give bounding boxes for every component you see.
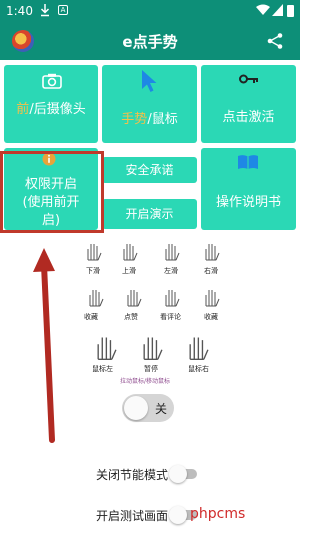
wifi-icon bbox=[256, 4, 270, 15]
camera-label: 前/后摄像头 bbox=[8, 101, 94, 119]
gesture-mouse-accent: 手势 bbox=[121, 112, 148, 127]
hand-icon bbox=[165, 244, 180, 261]
power-save-toggle-knob[interactable] bbox=[169, 465, 187, 483]
gesture-left-marker-label: 鼠标左 bbox=[92, 365, 113, 373]
gesture-pause-label: 暂停 bbox=[144, 365, 158, 373]
share-icon[interactable] bbox=[266, 32, 284, 50]
camera-switch-button[interactable]: 前/后摄像头 bbox=[4, 65, 98, 143]
main-toggle-label: 关 bbox=[155, 402, 168, 416]
hand-icon bbox=[97, 337, 117, 360]
key-icon bbox=[239, 74, 258, 84]
battery-icon bbox=[287, 5, 294, 17]
highlight-box bbox=[0, 151, 104, 233]
gesture-mouse-label: 手势/鼠标 bbox=[102, 111, 197, 129]
main-toggle[interactable]: 关 bbox=[122, 394, 174, 422]
hand-icon bbox=[127, 290, 142, 307]
book-icon bbox=[238, 155, 258, 169]
camera-icon bbox=[42, 73, 62, 89]
hand-icon bbox=[89, 290, 104, 307]
status-bar: 1:40 A bbox=[0, 0, 300, 22]
watermark-text: phpcms bbox=[190, 506, 246, 522]
gesture-right-label: 右滑 bbox=[204, 267, 218, 275]
gesture-caption: 拉动鼠标/移动鼠标 bbox=[120, 378, 171, 385]
signal-icon bbox=[272, 4, 283, 16]
safety-label: 安全承诺 bbox=[125, 163, 174, 177]
demo-button[interactable]: 开启演示 bbox=[102, 199, 197, 229]
app-bar: e点手势 bbox=[0, 22, 300, 60]
status-time: 1:40 bbox=[6, 4, 33, 18]
gesture-save-label: 收藏 bbox=[204, 313, 218, 321]
hand-icon bbox=[165, 290, 180, 307]
gesture-illustration: 下滑 上滑 左滑 右滑 收藏 点赞 看评论 收藏 鼠标左 暂停 鼠标右 拉动鼠标… bbox=[70, 234, 230, 386]
demo-label: 开启演示 bbox=[125, 207, 174, 221]
main-toggle-knob[interactable] bbox=[124, 396, 148, 420]
gesture-up-label: 上滑 bbox=[122, 267, 136, 275]
test-screen-toggle-knob[interactable] bbox=[169, 506, 187, 524]
gesture-mouse-rest: /鼠标 bbox=[147, 112, 178, 127]
power-save-toggle[interactable] bbox=[169, 465, 197, 483]
gesture-like-label: 点赞 bbox=[124, 313, 138, 321]
hand-icon bbox=[123, 244, 138, 261]
manual-button[interactable]: 操作说明书 bbox=[201, 148, 296, 230]
hand-icon bbox=[87, 244, 102, 261]
gesture-left-label: 左滑 bbox=[164, 267, 178, 275]
gesture-mouse-button[interactable]: 手势/鼠标 bbox=[102, 65, 197, 143]
hand-icon bbox=[205, 244, 220, 261]
cursor-icon bbox=[142, 70, 157, 92]
app-title: e点手势 bbox=[122, 33, 178, 51]
hand-icon bbox=[143, 337, 163, 360]
camera-label-rest: /后摄像头 bbox=[29, 102, 86, 117]
gesture-right-marker-label: 鼠标右 bbox=[188, 365, 209, 373]
camera-label-accent: 前 bbox=[16, 102, 30, 117]
hand-icon bbox=[189, 337, 209, 360]
download-icon bbox=[40, 4, 50, 17]
test-screen-label: 开启测试画面 bbox=[96, 509, 169, 523]
gesture-down-label: 下滑 bbox=[86, 267, 100, 275]
power-save-label: 关闭节能模式 bbox=[96, 468, 169, 482]
safety-promise-button[interactable]: 安全承诺 bbox=[102, 157, 197, 183]
activate-button[interactable]: 点击激活 bbox=[201, 65, 296, 143]
gesture-collect-label: 收藏 bbox=[84, 313, 98, 321]
manual-label: 操作说明书 bbox=[215, 195, 281, 210]
hand-icon bbox=[205, 290, 220, 307]
gesture-comment-label: 看评论 bbox=[160, 313, 181, 321]
activate-label: 点击激活 bbox=[222, 110, 275, 125]
app-notification-icon: A bbox=[58, 5, 68, 15]
